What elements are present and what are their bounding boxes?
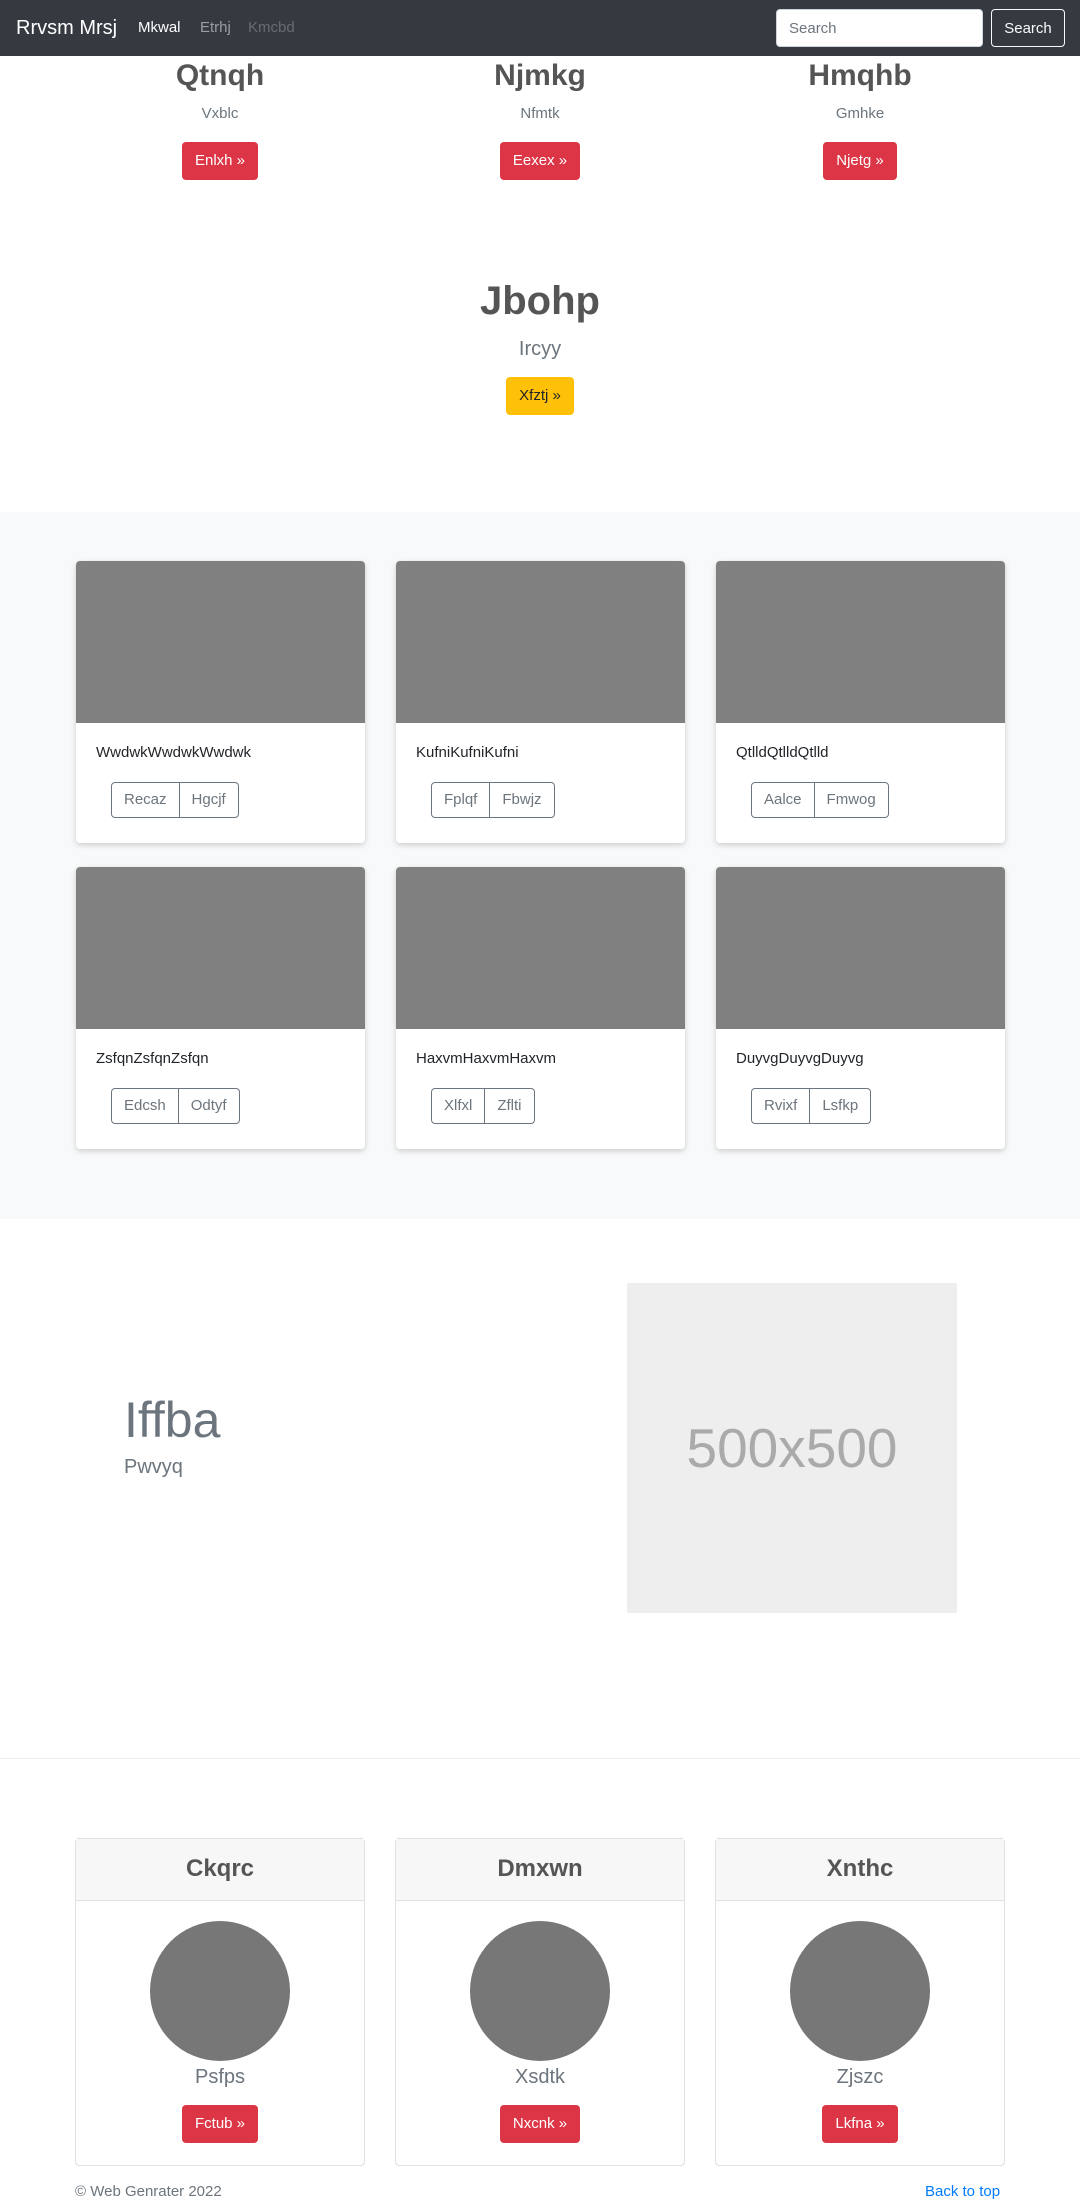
profile-card: Xnthc Zjszc Lkfna »: [715, 1838, 1005, 2166]
profile-card-header: Xnthc: [716, 1839, 1004, 1901]
card-thumbnail: [396, 561, 685, 723]
card-button[interactable]: Hgcjf: [178, 782, 239, 818]
card-button[interactable]: Rvixf: [751, 1088, 811, 1124]
card-button-group: Fplqf Fbwjz: [431, 782, 555, 818]
featurette-image-placeholder: 500x500: [627, 1283, 957, 1613]
profile-card-header: Ckqrc: [76, 1839, 364, 1901]
profile-card-button[interactable]: Nxcnk »: [499, 2105, 581, 2143]
nav-link-etrhj[interactable]: Etrhj: [200, 18, 231, 38]
center-feature-subtitle: Ircyy: [518, 338, 562, 360]
card-text: QtlldQtlldQtlld: [736, 744, 829, 761]
hero-column-title: Qtnqh: [175, 59, 265, 92]
nav-link-kmcbd: Kmcbd: [248, 19, 295, 36]
featurette-heading: Iffba: [124, 1392, 221, 1448]
card-button[interactable]: Aalce: [751, 782, 815, 818]
card-button[interactable]: Fmwog: [813, 782, 889, 818]
card-thumbnail: [76, 867, 365, 1029]
album-card: ZsfqnZsfqnZsfqn Edcsh Odtyf: [76, 867, 365, 1149]
profile-card: Dmxwn Xsdtk Nxcnk »: [395, 1838, 685, 2166]
card-button[interactable]: Fbwjz: [489, 782, 555, 818]
center-feature: Jbohp Ircyy Xfztj »: [0, 276, 1080, 415]
card-text: ZsfqnZsfqnZsfqn: [96, 1050, 209, 1067]
profile-name: Psfps: [194, 2066, 246, 2088]
search-input[interactable]: [776, 9, 983, 47]
hero-column-3: Hmqhb Gmhke Njetg »: [700, 58, 1020, 180]
image-placeholder-label: 500x500: [686, 1417, 898, 1479]
card-text: WwdwkWwdwkWwdwk: [96, 744, 251, 761]
card-button[interactable]: Edcsh: [111, 1088, 179, 1124]
card-thumbnail: [716, 561, 1005, 723]
hero-column-subtitle: Nfmtk: [520, 105, 560, 122]
card-text: DuyvgDuyvgDuyvg: [736, 1050, 864, 1067]
hero-column-button[interactable]: Enlxh »: [181, 142, 259, 180]
card-button[interactable]: Odtyf: [177, 1088, 240, 1124]
featurette-subheading: Pwvyq: [124, 1456, 183, 1478]
card-text: KufniKufniKufni: [416, 744, 519, 761]
navbar-brand[interactable]: Rrvsm Mrsj: [16, 14, 117, 42]
profile-name: Xsdtk: [514, 2066, 566, 2088]
card-button[interactable]: Recaz: [111, 782, 180, 818]
profile-card-button[interactable]: Fctub »: [181, 2105, 259, 2143]
footer-copyright: © Web Genrater 2022: [75, 2183, 222, 2200]
album-card: KufniKufniKufni Fplqf Fbwjz: [396, 561, 685, 843]
hero-column-subtitle: Gmhke: [835, 105, 885, 122]
avatar: [470, 1921, 610, 2061]
card-button[interactable]: Xlfxl: [431, 1088, 486, 1124]
nav-link-mkwal[interactable]: Mkwal: [138, 18, 181, 38]
profile-card-button[interactable]: Lkfna »: [822, 2105, 898, 2143]
profile-card-header: Dmxwn: [396, 1839, 684, 1901]
search-button[interactable]: Search: [991, 9, 1065, 47]
album-card: DuyvgDuyvgDuyvg Rvixf Lsfkp: [716, 867, 1005, 1149]
card-thumbnail: [76, 561, 365, 723]
album-section: WwdwkWwdwkWwdwk Recaz Hgcjf KufniKufniKu…: [0, 512, 1080, 1219]
avatar: [790, 1921, 930, 2061]
profile-name: Zjszc: [836, 2066, 884, 2088]
card-button[interactable]: Zflti: [484, 1088, 535, 1124]
hero-column-title: Hmqhb: [808, 59, 912, 92]
back-to-top-link[interactable]: Back to top: [925, 2183, 1000, 2200]
card-button-group: Aalce Fmwog: [751, 782, 889, 818]
album-card: HaxvmHaxvmHaxvm Xlfxl Zflti: [396, 867, 685, 1149]
card-button-group: Recaz Hgcjf: [111, 782, 239, 818]
album-card: WwdwkWwdwkWwdwk Recaz Hgcjf: [76, 561, 365, 843]
card-button-group: Edcsh Odtyf: [111, 1088, 240, 1124]
center-feature-title: Jbohp: [480, 279, 600, 323]
card-thumbnail: [396, 867, 685, 1029]
card-button-group: Rvixf Lsfkp: [751, 1088, 872, 1124]
section-divider: [0, 1758, 1080, 1759]
card-text: HaxvmHaxvmHaxvm: [416, 1050, 557, 1067]
card-button[interactable]: Fplqf: [431, 782, 491, 818]
navbar: Rrvsm Mrsj Mkwal Etrhj Kmcbd Search: [0, 0, 1080, 56]
card-thumbnail: [716, 867, 1005, 1029]
hero-column-button[interactable]: Eexex »: [499, 142, 581, 180]
avatar: [150, 1921, 290, 2061]
profile-card: Ckqrc Psfps Fctub »: [75, 1838, 365, 2166]
card-button[interactable]: Lsfkp: [809, 1088, 872, 1124]
hero-column-1: Qtnqh Vxblc Enlxh »: [60, 58, 380, 180]
center-feature-button[interactable]: Xfztj »: [506, 377, 574, 415]
card-button-group: Xlfxl Zflti: [431, 1088, 535, 1124]
hero-column-2: Njmkg Nfmtk Eexex »: [380, 58, 700, 180]
hero-column-title: Njmkg: [494, 59, 586, 92]
hero-column-subtitle: Vxblc: [201, 105, 239, 122]
album-card: QtlldQtlldQtlld Aalce Fmwog: [716, 561, 1005, 843]
hero-column-button[interactable]: Njetg »: [823, 142, 897, 180]
